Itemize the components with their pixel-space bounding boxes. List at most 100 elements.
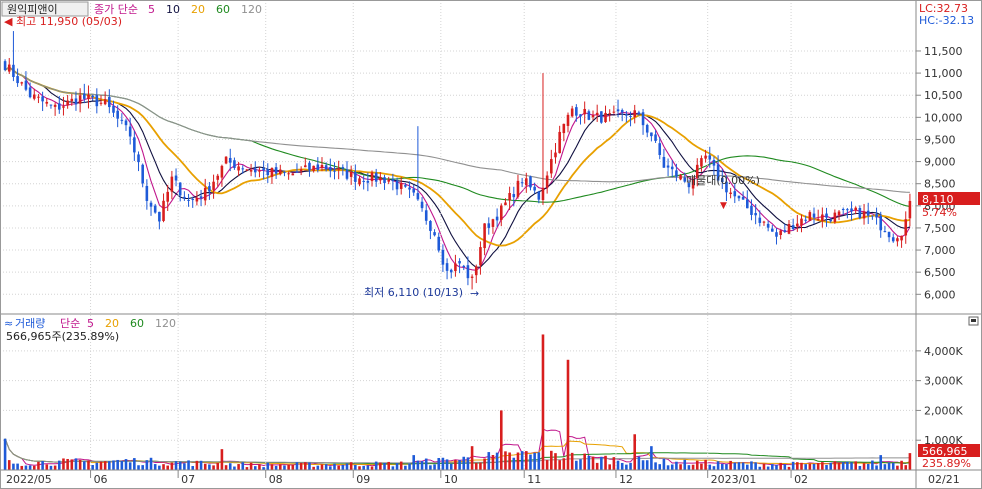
volume-bar[interactable] xyxy=(579,459,582,470)
stock-chart[interactable]: 6,0006,5007,0007,5008,0008,5009,0009,500… xyxy=(0,0,982,489)
candle-body[interactable] xyxy=(766,223,770,228)
volume-bar[interactable] xyxy=(170,462,174,470)
volume-bar[interactable] xyxy=(687,465,691,470)
volume-bar[interactable] xyxy=(274,465,278,470)
candle-body[interactable] xyxy=(846,209,849,211)
candle-body[interactable] xyxy=(183,196,186,199)
candle-body[interactable] xyxy=(253,168,257,173)
candle-body[interactable] xyxy=(670,166,674,170)
candle-body[interactable] xyxy=(612,111,616,113)
candle-body[interactable] xyxy=(66,100,69,106)
volume-bar[interactable] xyxy=(633,434,637,470)
volume-bar[interactable] xyxy=(900,460,903,470)
volume-bar[interactable] xyxy=(270,464,274,470)
candle-body[interactable] xyxy=(620,110,624,113)
volume-bar[interactable] xyxy=(116,459,119,470)
volume-bar[interactable] xyxy=(166,465,169,470)
candle-body[interactable] xyxy=(491,219,495,227)
volume-bar[interactable] xyxy=(466,457,470,470)
candle-body[interactable] xyxy=(746,199,749,209)
volume-bar[interactable] xyxy=(620,462,624,470)
volume-bar[interactable] xyxy=(153,464,157,470)
volume-bar[interactable] xyxy=(53,465,57,470)
candle-body[interactable] xyxy=(429,221,432,231)
candle-body[interactable] xyxy=(796,223,799,227)
candle-body[interactable] xyxy=(208,186,211,192)
volume-bar[interactable] xyxy=(762,463,766,470)
candle-body[interactable] xyxy=(45,101,49,104)
volume-bar[interactable] xyxy=(387,461,390,470)
candle-body[interactable] xyxy=(729,192,732,195)
volume-bar[interactable] xyxy=(191,466,195,470)
candle-body[interactable] xyxy=(258,170,261,172)
candle-body[interactable] xyxy=(83,93,86,99)
candle-body[interactable] xyxy=(625,114,628,116)
volume-bar[interactable] xyxy=(454,459,457,470)
candle-body[interactable] xyxy=(587,111,591,120)
volume-bar[interactable] xyxy=(145,460,149,470)
candle-body[interactable] xyxy=(495,216,499,221)
candle-body[interactable] xyxy=(575,107,578,116)
candle-body[interactable] xyxy=(120,119,124,121)
candle-body[interactable] xyxy=(379,177,382,181)
volume-bar[interactable] xyxy=(391,466,395,470)
candle-body[interactable] xyxy=(41,96,44,102)
volume-bar[interactable] xyxy=(412,455,416,470)
volume-bar[interactable] xyxy=(295,462,299,470)
candle-body[interactable] xyxy=(291,173,295,176)
candle-body[interactable] xyxy=(241,168,245,170)
candle-body[interactable] xyxy=(583,108,586,115)
volume-bar[interactable] xyxy=(883,464,887,470)
candle-body[interactable] xyxy=(762,221,766,223)
candle-body[interactable] xyxy=(608,113,611,115)
volume-bar[interactable] xyxy=(20,465,24,470)
candle-body[interactable] xyxy=(829,220,832,222)
candle-body[interactable] xyxy=(404,185,407,187)
volume-bar[interactable] xyxy=(650,446,653,470)
candle-body[interactable] xyxy=(32,94,36,99)
volume-bar[interactable] xyxy=(645,460,649,470)
volume-bar[interactable] xyxy=(203,463,207,470)
candle-body[interactable] xyxy=(750,205,753,215)
volume-bar[interactable] xyxy=(212,465,215,470)
candle-body[interactable] xyxy=(600,111,603,123)
volume-bar[interactable] xyxy=(474,462,478,470)
candle-body[interactable] xyxy=(116,110,119,119)
volume-bar[interactable] xyxy=(383,462,386,470)
volume-bar[interactable] xyxy=(554,453,557,470)
volume-bar[interactable] xyxy=(162,464,165,470)
volume-bar[interactable] xyxy=(550,450,553,470)
volume-bar[interactable] xyxy=(499,410,503,470)
volume-bar[interactable] xyxy=(349,462,353,470)
volume-bar[interactable] xyxy=(258,464,261,470)
volume-bar[interactable] xyxy=(779,462,782,470)
candle-body[interactable] xyxy=(812,213,816,218)
candle-body[interactable] xyxy=(158,211,161,222)
volume-bar[interactable] xyxy=(324,464,328,470)
volume-bar[interactable] xyxy=(141,465,144,470)
volume-bar[interactable] xyxy=(3,438,7,470)
candle-body[interactable] xyxy=(470,276,474,278)
volume-bar[interactable] xyxy=(504,451,507,470)
volume-bar[interactable] xyxy=(766,466,770,470)
volume-bar[interactable] xyxy=(399,461,403,470)
volume-bar[interactable] xyxy=(241,462,245,470)
volume-bar[interactable] xyxy=(304,462,307,470)
volume-bar[interactable] xyxy=(208,464,211,470)
candle-body[interactable] xyxy=(49,104,53,106)
candle-body[interactable] xyxy=(437,236,441,251)
volume-bar[interactable] xyxy=(746,464,749,470)
volume-bar[interactable] xyxy=(237,464,240,470)
candle-body[interactable] xyxy=(629,116,632,118)
volume-bar[interactable] xyxy=(278,464,282,470)
candle-body[interactable] xyxy=(166,191,169,202)
volume-bar[interactable] xyxy=(441,457,445,470)
candle-body[interactable] xyxy=(791,225,795,229)
volume-bar[interactable] xyxy=(404,465,407,470)
volume-bar[interactable] xyxy=(233,466,236,470)
candle-body[interactable] xyxy=(579,114,582,117)
volume-bar[interactable] xyxy=(904,465,908,470)
volume-bar[interactable] xyxy=(629,462,632,470)
volume-bar[interactable] xyxy=(570,452,574,470)
candle-body[interactable] xyxy=(354,172,357,182)
